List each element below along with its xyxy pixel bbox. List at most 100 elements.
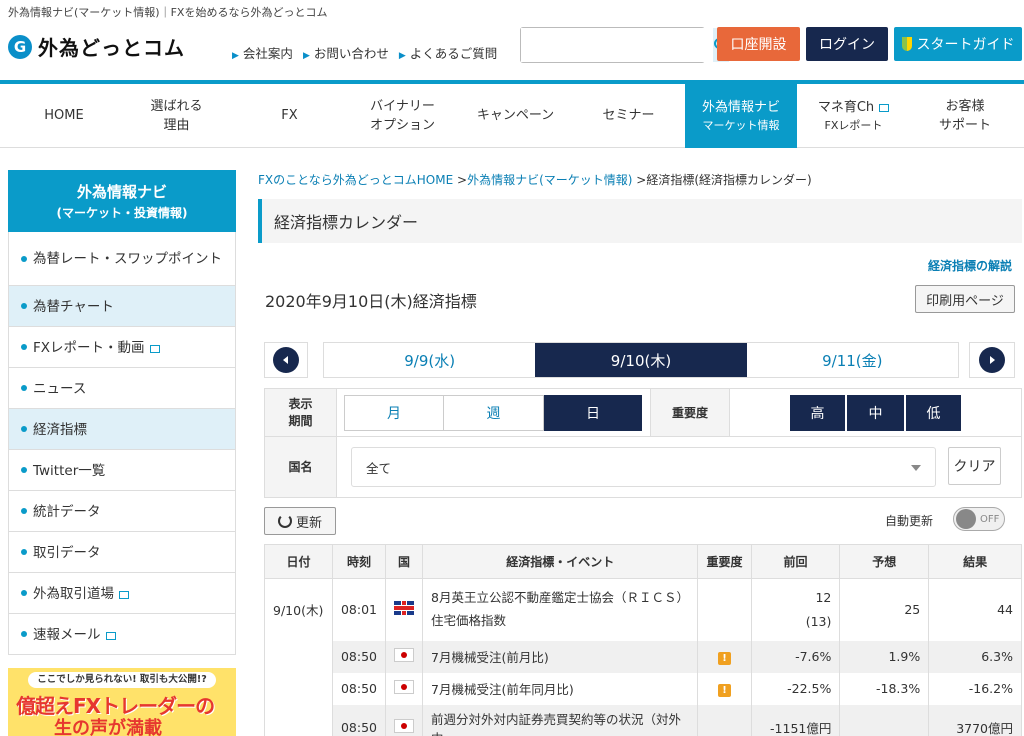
sidebar-item-stats[interactable]: 統計データ: [8, 491, 236, 532]
auto-refresh-label: 自動更新: [885, 514, 934, 528]
refresh-icon: [277, 514, 292, 528]
sidebar-item-chart[interactable]: 為替チャート: [8, 286, 236, 327]
importance-high-icon: !: [717, 683, 731, 697]
search-input[interactable]: [521, 28, 713, 62]
login-button[interactable]: ログイン: [806, 27, 888, 61]
col-date: 日付: [264, 544, 333, 579]
country-label: 国名: [265, 437, 337, 497]
link-faq[interactable]: ▶ よくあるご質問: [399, 43, 497, 62]
col-forecast: 予想: [839, 544, 930, 579]
table-row: 08:50 7月機械受注(前年同月比) ! -22.5% -18.3% -16.…: [264, 672, 1022, 705]
col-importance: 重要度: [697, 544, 752, 579]
explain-link[interactable]: 経済指標の解説: [928, 257, 1012, 274]
page-title: 経済指標カレンダー: [258, 199, 1022, 243]
filter-panel: 表示 期間 月 週 日 重要度 高 中 低 国名 全て クリア: [264, 388, 1022, 498]
header-links: ▶ 会社案内 ▶ お問い合わせ ▶ よくあるご質問: [232, 43, 497, 62]
sidebar-item-reports[interactable]: FXレポート・動画: [8, 327, 236, 368]
search-box: [520, 27, 729, 63]
site-tagline: 外為情報ナビ(マーケット情報)｜FXを始めるなら外為どっとコム: [8, 6, 328, 19]
sidebar-item-news[interactable]: ニュース: [8, 368, 236, 409]
importance-high-button[interactable]: 高: [790, 394, 845, 431]
event-link[interactable]: 7月機械受注(前月比): [421, 640, 699, 673]
event-link[interactable]: 7月機械受注(前年同月比): [421, 672, 699, 705]
nav-home[interactable]: HOME: [8, 84, 120, 148]
arrow-right-icon: ▶: [398, 51, 406, 61]
link-contact[interactable]: ▶ お問い合わせ: [303, 43, 389, 62]
col-time: 時刻: [331, 544, 387, 579]
country-select[interactable]: 全て: [351, 447, 936, 487]
external-link-icon: [105, 632, 116, 640]
site-logo[interactable]: G 外為どっとコム: [8, 32, 185, 61]
period-month-button[interactable]: 月: [344, 394, 444, 431]
logo-icon: G: [8, 34, 32, 59]
nav-fx[interactable]: FX: [233, 84, 346, 148]
japan-flag-icon: [394, 648, 414, 662]
events-table: 日付 時刻 国 経済指標・イベント 重要度 前回 予想 結果 9/10(木) 0…: [264, 544, 1022, 736]
nav-seminar[interactable]: セミナー: [572, 84, 685, 148]
table-row: 08:50 前週分対外対内証券売買契約等の状況（対外中 -1151億円 3770…: [264, 704, 1022, 736]
open-account-button[interactable]: 口座開設: [717, 27, 800, 61]
breadcrumb-parent[interactable]: 外為情報ナビ(マーケット情報): [467, 173, 632, 187]
day-tabs: 9/9(水) 9/10(木) 9/11(金): [323, 342, 959, 378]
japan-flag-icon: [394, 680, 414, 694]
event-link[interactable]: 8月英王立公認不動産鑑定士協会（ＲＩＣＳ）住宅価格指数: [421, 578, 699, 641]
sidebar-item-dojo[interactable]: 外為取引道場: [8, 573, 236, 614]
arrow-right-icon: ▶: [302, 51, 310, 61]
cell-time: 08:01: [331, 578, 387, 641]
beginner-leaf-icon: [901, 37, 912, 51]
tab-day-current[interactable]: 9/10(木): [535, 343, 747, 377]
col-country: 国: [385, 544, 423, 579]
period-label: 表示 期間: [265, 389, 337, 436]
start-guide-button[interactable]: スタートガイド: [894, 27, 1022, 61]
auto-refresh-toggle[interactable]: OFF: [953, 507, 1005, 531]
sidebar: 外為情報ナビ (マーケット・投資情報) 為替レート・スワップポイント 為替チャー…: [8, 170, 236, 655]
print-button[interactable]: 印刷用ページ: [915, 285, 1015, 313]
uk-flag-icon: [394, 601, 414, 616]
importance-label: 重要度: [650, 389, 730, 436]
importance-low-button[interactable]: 低: [906, 394, 961, 431]
sidebar-item-rates[interactable]: 為替レート・スワップポイント: [8, 232, 236, 286]
importance-high-icon: !: [717, 651, 731, 665]
sidebar-item-mail[interactable]: 速報メール: [8, 614, 236, 655]
breadcrumb-current: 経済指標(経済指標カレンダー): [646, 173, 812, 187]
arrow-right-icon: ▶: [232, 51, 239, 61]
tab-day-prev[interactable]: 9/9(水): [324, 343, 535, 377]
col-previous: 前回: [750, 544, 841, 579]
arrow-left-icon: [283, 356, 288, 364]
table-row: 9/10(木) 08:01 8月英王立公認不動産鑑定士協会（ＲＩＣＳ）住宅価格指…: [264, 578, 1022, 641]
sidebar-item-indicators[interactable]: 経済指標: [8, 409, 236, 450]
period-day-button[interactable]: 日: [544, 394, 642, 431]
external-link-icon: [119, 591, 129, 599]
breadcrumb-home[interactable]: FXのことなら外為どっとコムHOME: [258, 173, 453, 187]
main-nav: HOME 選ばれる 理由 FX バイナリー オプション キャンペーン セミナー 外為…: [0, 80, 1024, 148]
nav-maneiku[interactable]: マネ育Ch FXレポート: [797, 84, 910, 148]
nav-reasons[interactable]: 選ばれる 理由: [120, 84, 233, 148]
col-event: 経済指標・イベント: [421, 544, 699, 579]
chevron-down-icon: [911, 465, 921, 471]
arrow-right-icon: [990, 356, 995, 364]
logo-text: 外為どっとコム: [38, 36, 185, 60]
sidebar-item-twitter[interactable]: Twitter一覧: [8, 450, 236, 491]
nav-market-info[interactable]: 外為情報ナビ マーケット情報: [685, 84, 797, 148]
next-day-button[interactable]: [969, 342, 1015, 378]
importance-mid-button[interactable]: 中: [847, 394, 904, 431]
clear-button[interactable]: クリア: [948, 447, 1001, 485]
sidebar-item-trade-data[interactable]: 取引データ: [8, 532, 236, 573]
breadcrumb: FXのことなら外為どっとコムHOME >外為情報ナビ(マーケット情報) >経済指…: [258, 173, 812, 187]
nav-campaign[interactable]: キャンペーン: [459, 84, 572, 148]
date-heading: 2020年9月10日(木)経済指標: [265, 292, 477, 311]
japan-flag-icon: [394, 719, 414, 733]
nav-binary-option[interactable]: バイナリー オプション: [346, 84, 459, 148]
external-link-icon: [879, 104, 890, 112]
event-link[interactable]: 前週分対外対内証券売買契約等の状況（対外中: [421, 704, 699, 736]
period-week-button[interactable]: 週: [444, 394, 544, 431]
col-result: 結果: [928, 544, 1022, 579]
tab-day-next[interactable]: 9/11(金): [747, 343, 958, 377]
link-company[interactable]: ▶ 会社案内: [232, 43, 293, 62]
external-link-icon: [149, 345, 160, 353]
sidebar-header: 外為情報ナビ (マーケット・投資情報): [8, 170, 236, 232]
nav-support[interactable]: お客様 サポート: [910, 84, 1020, 148]
trader-banner[interactable]: ここでしか見られない! 取引も大公開!? 億超えFXトレーダーの 生の声が満載: [8, 668, 236, 736]
prev-day-button[interactable]: [264, 342, 308, 378]
refresh-button[interactable]: 更新: [264, 507, 336, 535]
